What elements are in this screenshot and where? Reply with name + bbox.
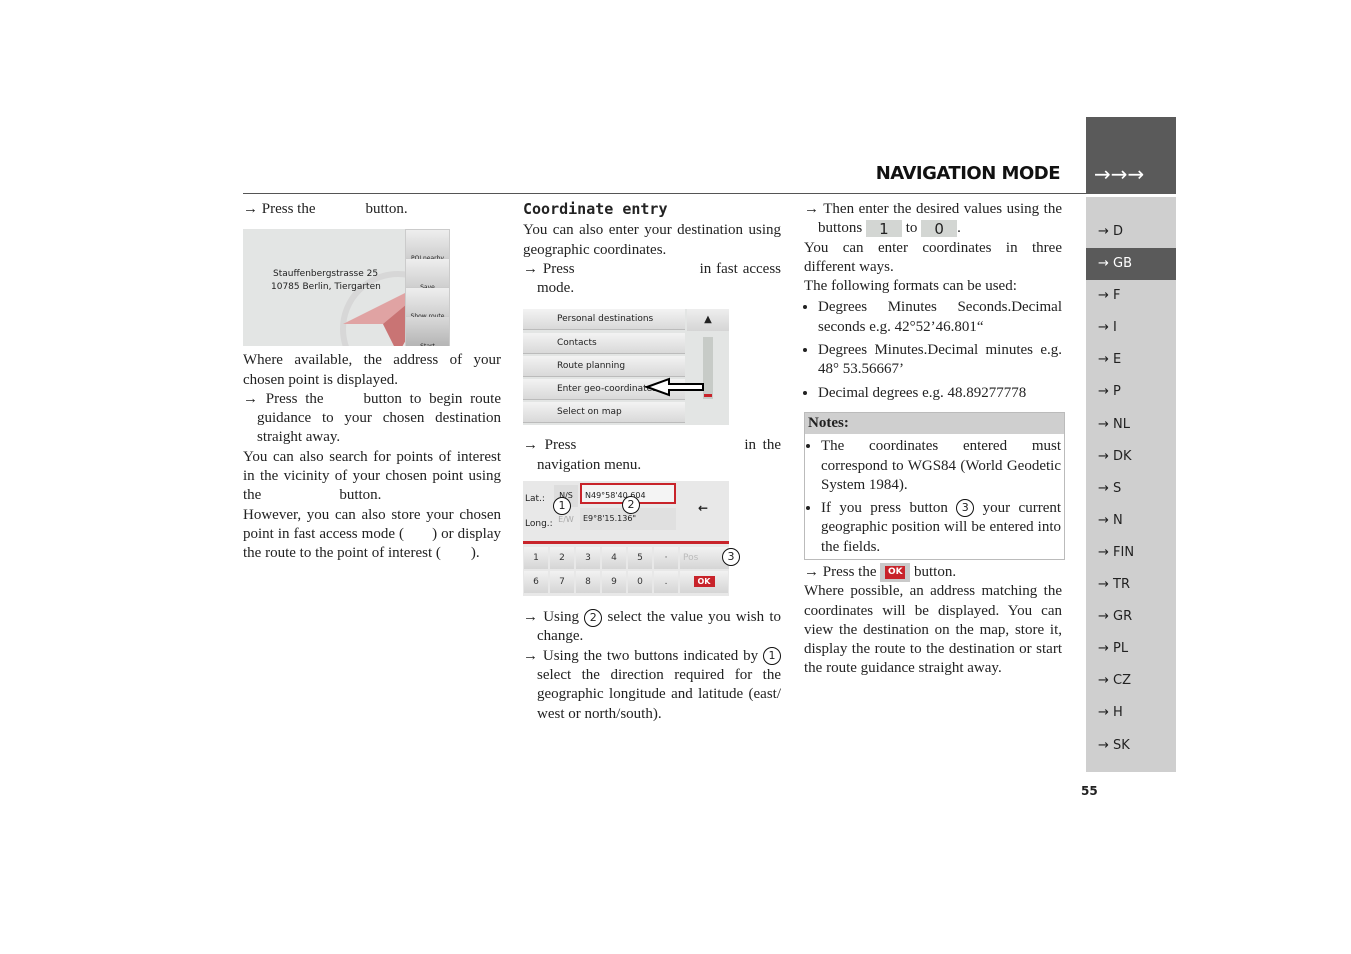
list-item: Degrees Minutes Seconds.Decimal seconds … — [818, 298, 1062, 337]
keypad-key[interactable]: 0 — [628, 571, 652, 594]
language-link[interactable]: → D — [1086, 216, 1176, 248]
step: → Press the button to begin route guidanc… — [243, 390, 502, 446]
right-column-bottom: → Press the OK button. Where possible, a… — [804, 563, 1062, 679]
language-link[interactable]: → I — [1086, 312, 1176, 344]
menu-item[interactable]: Route planning — [523, 355, 685, 377]
language-link[interactable]: → PL — [1086, 633, 1176, 665]
lat-label: Lat.: — [525, 494, 545, 505]
keypad-key[interactable]: 3 — [576, 547, 600, 570]
language-link[interactable]: → GR — [1086, 601, 1176, 633]
note-item: The coordinates entered must correspond … — [821, 437, 1064, 496]
ok-button-icon: OK — [880, 563, 911, 583]
notes-box: Notes: The coordinates entered must corr… — [804, 412, 1065, 560]
keypad-key[interactable]: 2 — [550, 547, 574, 570]
address-line2: 10785 Berlin, Tiergarten — [271, 282, 381, 293]
header-rule — [243, 193, 1176, 194]
header-tab: →→→ — [1086, 117, 1176, 194]
callout-3: 3 — [722, 548, 740, 567]
pointer-arrow-icon — [645, 378, 704, 397]
menu-item[interactable]: Contacts — [523, 332, 685, 354]
language-link[interactable]: → FIN — [1086, 537, 1176, 569]
destination-screenshot: Stauffenbergstrasse 25 10785 Berlin, Tie… — [243, 229, 450, 347]
keypad-key[interactable]: 7 — [550, 571, 574, 594]
language-link[interactable]: → H — [1086, 697, 1176, 729]
list-item: Decimal degrees e.g. 48.89277778 — [818, 384, 1062, 403]
ok-label: OK — [693, 576, 715, 588]
language-link[interactable]: → P — [1086, 376, 1176, 408]
step: → Then enter the desired values using th… — [804, 201, 1062, 239]
format-list: Degrees Minutes Seconds.Decimal seconds … — [804, 298, 1062, 402]
show-route-button[interactable]: Show route — [406, 288, 449, 320]
paragraph: You can also enter your destination usin… — [523, 222, 781, 258]
keypad-key[interactable]: 4 — [602, 547, 626, 570]
ok-button[interactable]: OK — [680, 571, 728, 594]
page-title: NAVIGATION MODE — [875, 163, 1061, 184]
geo-coordinate-screenshot: Lat.: Long.: N/S E/W N49°58'40.604 E9°8'… — [523, 481, 729, 597]
backspace-button[interactable]: ← — [679, 495, 727, 521]
keypad-key[interactable]: 8 — [576, 571, 600, 594]
language-link[interactable]: → E — [1086, 344, 1176, 376]
keypad-key[interactable]: 1 — [524, 547, 548, 570]
paragraph: Where possible, an address matching the … — [804, 583, 1062, 677]
language-link[interactable]: → GB — [1086, 248, 1176, 281]
section-heading: Coordinate entry — [523, 200, 668, 218]
keypad-key[interactable]: 6 — [524, 571, 548, 594]
menu-item[interactable]: Select on map — [523, 402, 685, 424]
language-link[interactable]: → NL — [1086, 409, 1176, 441]
start-button[interactable]: Start — [406, 317, 449, 347]
paragraph: You can also search for points of intere… — [243, 448, 501, 504]
page-number: 55 — [1081, 784, 1098, 798]
keypad-key[interactable]: 5 — [628, 547, 652, 570]
paragraph: However, you can also store your chosen … — [243, 506, 501, 562]
language-link[interactable]: → N — [1086, 505, 1176, 537]
step: → Press the OK button. — [804, 563, 1062, 583]
poi-nearby-button[interactable]: POI nearby — [406, 230, 449, 262]
callout-2: 2 — [622, 496, 640, 515]
keypad-key[interactable]: · — [654, 547, 678, 570]
paragraph: You can enter coordinates in three diffe… — [804, 239, 1062, 275]
key-0-label: 0 — [921, 220, 958, 238]
menu-item[interactable]: Personal destinations — [523, 309, 685, 331]
keypad-key[interactable]: 9 — [602, 571, 626, 594]
step: → Press in fast access mode. — [523, 260, 782, 297]
step: → Press in the navigation menu. — [523, 437, 782, 473]
language-link[interactable]: → TR — [1086, 569, 1176, 601]
callout-1: 1 — [553, 497, 571, 516]
long-label: Long.: — [525, 519, 553, 530]
step: → Press the button. — [243, 201, 408, 217]
arrows-icon: →→→ — [1094, 162, 1145, 186]
language-link[interactable]: → SK — [1086, 730, 1176, 762]
keypad-key[interactable]: . — [654, 571, 678, 594]
scroll-up-button[interactable]: ▲ — [687, 309, 729, 332]
note-item: If you press button 3 your current geogr… — [821, 499, 1064, 558]
notes-title: Notes: — [805, 413, 1064, 434]
middle-column: Coordinate entry You can also enter your… — [523, 200, 782, 724]
left-column: → Press the button. Stauffenbergstrasse 2… — [243, 200, 501, 564]
key-1-label: 1 — [865, 220, 902, 238]
right-column: → Then enter the desired values using th… — [804, 200, 1062, 403]
list-item: Degrees Minutes.Decimal minutes e.g. 48°… — [818, 341, 1062, 380]
divider — [523, 541, 729, 545]
language-link[interactable]: → CZ — [1086, 665, 1176, 697]
paragraph: The following formats can be used: — [804, 278, 1017, 295]
paragraph: Where available, the address of your cho… — [243, 352, 501, 388]
language-sidebar: → D → GB → F → I → E → P → NL → DK → S → N → FIN → … — [1086, 197, 1176, 772]
step: → Using the two buttons indicated by 1 s… — [523, 647, 782, 722]
language-link[interactable]: → F — [1086, 280, 1176, 312]
save-button[interactable]: Save — [406, 259, 449, 291]
language-link[interactable]: → S — [1086, 473, 1176, 505]
language-link[interactable]: → DK — [1086, 441, 1176, 473]
fast-access-menu-screenshot: Personal destinations Contacts Route plann… — [523, 309, 729, 426]
step: → Using 2 select the value you wish to c… — [523, 608, 782, 645]
